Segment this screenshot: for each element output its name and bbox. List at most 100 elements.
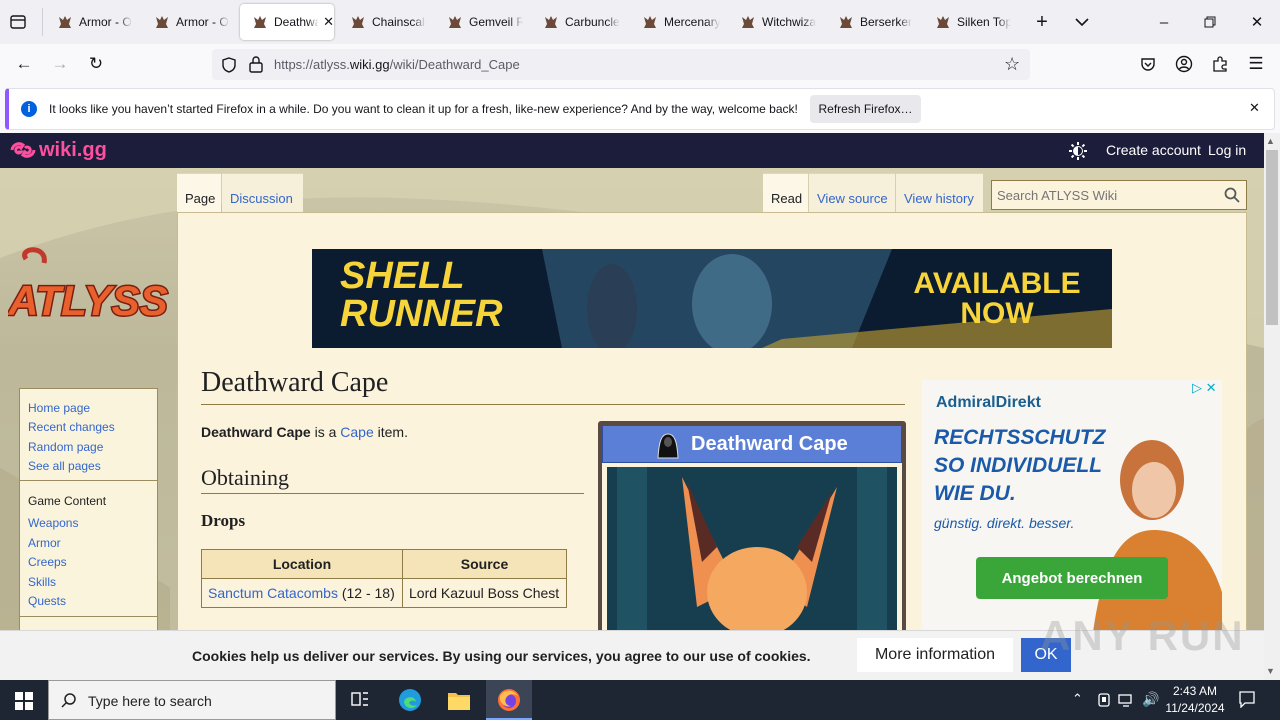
extensions-icon[interactable] (1206, 50, 1234, 78)
new-tab-icon[interactable]: + (1030, 10, 1054, 34)
firefox-taskbar-button[interactable] (486, 680, 532, 720)
ad-brand: AdmiralDirekt (936, 394, 1041, 411)
more-information-button[interactable]: More information (857, 638, 1013, 672)
notifications-icon[interactable] (1238, 690, 1256, 709)
atlyss-favicon-icon (254, 16, 266, 28)
restore-icon[interactable] (1187, 0, 1233, 44)
infobox-header: Deathward Cape (602, 425, 902, 463)
table-header-row: Location Source (201, 549, 567, 579)
notification-text: It looks like you haven’t started Firefo… (49, 102, 798, 116)
scrollbar-thumb[interactable] (1266, 150, 1278, 325)
atlyss-favicon-icon (840, 16, 852, 28)
wiki-search (991, 180, 1247, 210)
infobox-image-frame (602, 463, 902, 633)
tab-discussion[interactable]: Discussion (222, 173, 303, 213)
account-icon[interactable] (1170, 50, 1198, 78)
intro-text: Deathward Cape is a Cape item. (201, 424, 408, 440)
sidebar-next-section (19, 617, 158, 631)
admiral-direkt-ad[interactable]: ▷ ✕ AdmiralDirekt RECHTSSCHUTZ SO INDIVI… (922, 380, 1222, 632)
browser-tab[interactable]: Silken Top (923, 4, 1011, 40)
back-arrow-icon[interactable]: ← (10, 50, 38, 78)
browser-tab-label: Armor - O (79, 15, 132, 29)
tray-chevron-icon[interactable]: ⌃ (1072, 691, 1083, 707)
wiki-search-input[interactable] (994, 183, 1216, 207)
search-icon[interactable] (1224, 187, 1240, 203)
wikigg-brand: wiki.gg (39, 138, 107, 161)
table-header-location: Location (201, 549, 403, 579)
lock-icon[interactable] (248, 55, 264, 73)
browser-tab[interactable]: Armor - O (142, 4, 230, 40)
edge-icon[interactable] (398, 688, 422, 712)
sidebar-item[interactable]: Weapons (28, 516, 78, 530)
browser-tab[interactable]: Gemveil R (435, 4, 523, 40)
tab-read[interactable]: Read (763, 173, 808, 213)
browser-tab[interactable]: Mercenary (630, 4, 720, 40)
volume-icon[interactable]: 🔊 (1142, 691, 1159, 708)
task-view-icon[interactable] (350, 690, 370, 710)
scroll-down-icon[interactable]: ▼ (1266, 666, 1275, 676)
bookmark-star-icon[interactable]: ☆ (1004, 54, 1020, 75)
file-explorer-icon[interactable] (447, 689, 471, 711)
url-bar[interactable]: https://atlyss.wiki.gg/wiki/Deathward_Ca… (212, 49, 1030, 80)
browser-tab[interactable]: Chainscale (338, 4, 426, 40)
wiki-top-bar: wiki.gg Create account Log in (0, 133, 1264, 168)
wikigg-logo[interactable]: wiki.gg (10, 139, 107, 161)
list-all-tabs-icon[interactable] (1070, 10, 1094, 34)
anyrun-watermark: ANY RUN (1040, 612, 1245, 659)
banner-left-text: SHELL RUNNER (340, 255, 503, 335)
sidebar-item[interactable]: Armor (28, 536, 61, 550)
sidebar-item[interactable]: See all pages (28, 459, 101, 473)
tab-list-icon[interactable] (8, 12, 30, 32)
scroll-up-icon[interactable]: ▲ (1266, 136, 1275, 146)
ad-cta-button[interactable]: Angebot berechnen (976, 557, 1168, 599)
reload-icon[interactable]: ↻ (82, 50, 110, 78)
atlyss-logo-text: ATLYSS (8, 277, 168, 324)
windows-start-icon[interactable] (15, 692, 33, 710)
sanctum-catacombs-link[interactable]: Sanctum Catacombs (208, 585, 338, 601)
browser-tab[interactable]: Carbuncle (531, 4, 621, 40)
cookie-text: Cookies help us deliver our services. By… (192, 648, 811, 664)
browser-tab[interactable]: Deathwa ✕ (240, 4, 334, 40)
network-icon[interactable] (1118, 692, 1136, 708)
ad-headline-2: SO INDIVIDUELL (934, 454, 1103, 477)
browser-tab[interactable]: Berserker (826, 4, 914, 40)
atlyss-favicon-icon (644, 16, 656, 28)
create-account-link[interactable]: Create account (1106, 142, 1201, 158)
theme-toggle-icon[interactable] (1069, 142, 1087, 160)
url-text[interactable]: https://atlyss.wiki.gg/wiki/Deathward_Ca… (274, 57, 520, 72)
tab-view-source[interactable]: View source (809, 173, 895, 213)
sidebar-item[interactable]: Random page (28, 440, 103, 454)
shield-icon[interactable] (220, 56, 238, 74)
intro-mid: is a (310, 424, 341, 440)
minimize-icon[interactable]: – (1141, 0, 1187, 44)
sidebar-item[interactable]: Skills (28, 575, 56, 589)
cape-link[interactable]: Cape (340, 424, 373, 440)
pocket-icon[interactable] (1134, 50, 1162, 78)
close-notification-icon[interactable]: ✕ (1249, 100, 1260, 116)
table-row: Sanctum Catacombs (12 - 18) Lord Kazuul … (201, 578, 567, 608)
sidebar-item[interactable]: Creeps (28, 555, 67, 569)
browser-tab[interactable]: Witchwiza (728, 4, 818, 40)
log-in-link[interactable]: Log in (1208, 142, 1246, 158)
clock-date[interactable]: 11/24/2024 (1162, 701, 1228, 715)
title-rule (201, 404, 905, 405)
tray-device-icon[interactable] (1097, 692, 1111, 708)
tab-page[interactable]: Page (177, 173, 221, 213)
ad-choices-icon[interactable]: ▷ ✕ (1192, 380, 1217, 396)
close-window-icon[interactable]: ✕ (1234, 0, 1280, 44)
menu-icon[interactable]: ☰ (1242, 50, 1270, 78)
taskbar-search[interactable]: Type here to search (48, 680, 336, 720)
browser-tab[interactable]: Armor - O (45, 4, 133, 40)
atlyss-favicon-icon (545, 16, 557, 28)
sidebar-item[interactable]: Recent changes (28, 420, 115, 434)
close-tab-icon[interactable]: ✕ (323, 14, 334, 30)
atlyss-logo[interactable]: ATLYSS (6, 245, 170, 340)
sidebar-item[interactable]: Quests (28, 594, 66, 608)
refresh-firefox-button[interactable]: Refresh Firefox… (810, 95, 921, 123)
forward-arrow-icon[interactable]: → (46, 50, 74, 78)
clock-time[interactable]: 2:43 AM (1166, 684, 1224, 698)
shell-runner-banner[interactable]: SHELL RUNNER AVAILABLE NOW (312, 249, 1112, 348)
tab-view-history[interactable]: View history (896, 173, 983, 213)
drops-table: Location Source Sanctum Catacombs (12 - … (201, 549, 567, 608)
sidebar-item[interactable]: Home page (28, 401, 90, 415)
